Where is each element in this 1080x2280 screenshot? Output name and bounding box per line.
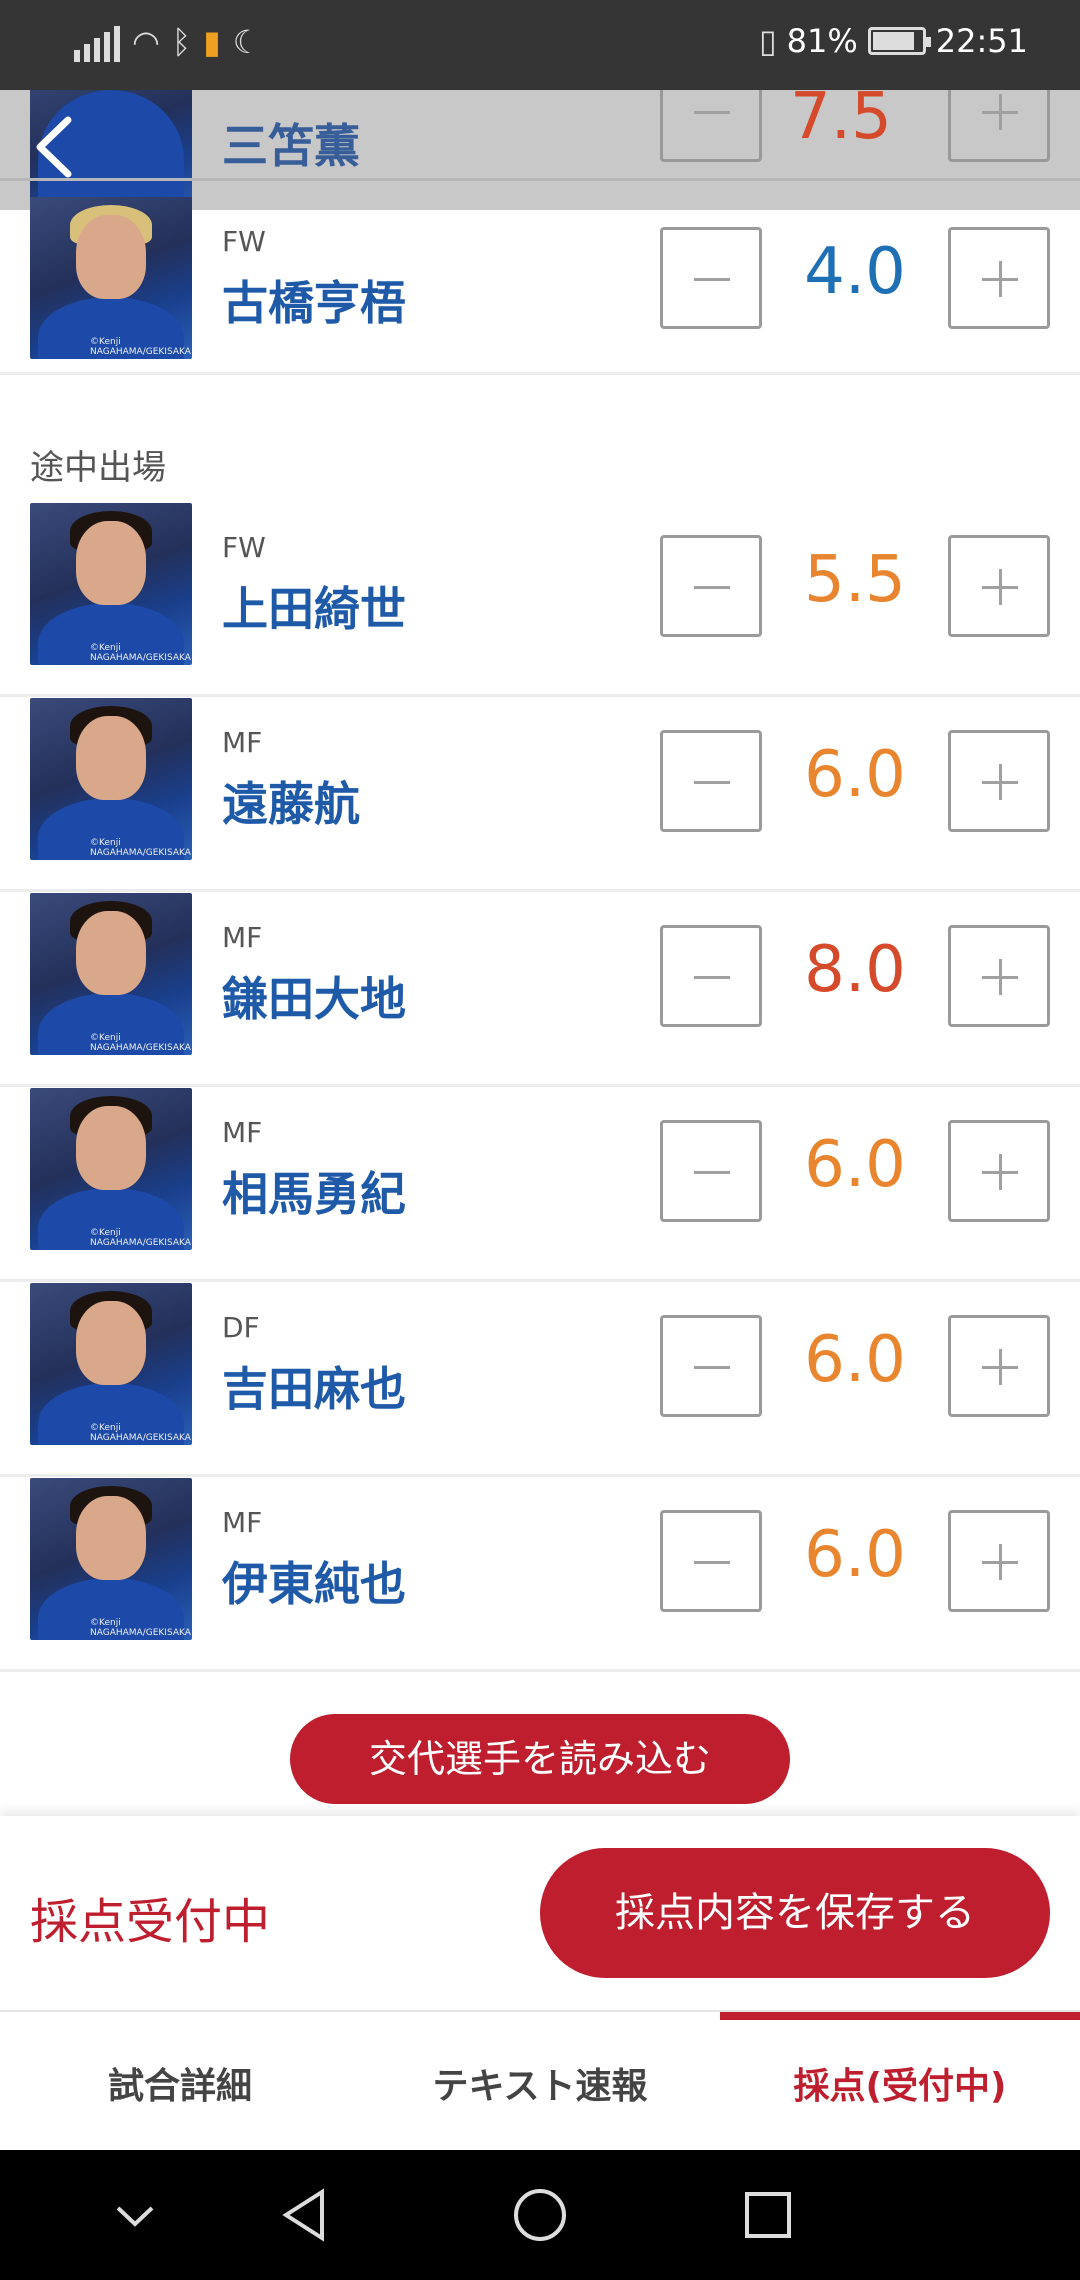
minus-button[interactable] <box>660 90 762 162</box>
player-row: ©Kenji NAGAHAMA/GEKISAKA MF 遠藤航 6.0 <box>0 698 1080 892</box>
plus-button[interactable] <box>948 1315 1050 1417</box>
photo-credit: ©Kenji NAGAHAMA/GEKISAKA <box>90 1033 191 1053</box>
player-row: ©Kenji NAGAHAMA/GEKISAKA FW 上田綺世 5.5 <box>0 503 1080 697</box>
player-name: 伊東純也 <box>222 1557 406 1611</box>
photo-credit: ©Kenji NAGAHAMA/GEKISAKA <box>90 1228 191 1248</box>
photo-credit: ©Kenji NAGAHAMA/GEKISAKA <box>90 337 191 357</box>
photo-credit: ©Kenji NAGAHAMA/GEKISAKA <box>90 1423 191 1443</box>
bluetooth-icon: ᛒ <box>171 23 192 61</box>
battery-percent: 81% <box>786 22 858 60</box>
photo-credit: ©Kenji NAGAHAMA/GEKISAKA <box>90 643 191 663</box>
load-substitutes-button[interactable]: 交代選手を読み込む <box>290 1714 790 1804</box>
minus-button[interactable] <box>660 1315 762 1417</box>
vibrate-icon: ▯ <box>759 22 777 60</box>
plus-button[interactable] <box>948 535 1050 637</box>
player-photo: ©Kenji NAGAHAMA/GEKISAKA <box>30 893 192 1055</box>
save-ratings-button[interactable]: 採点内容を保存する <box>540 1848 1050 1978</box>
score-value: 4.0 <box>804 235 906 309</box>
score-value: 5.5 <box>804 543 906 617</box>
player-position: FW <box>222 225 266 258</box>
player-name: 古橋亨梧 <box>222 276 406 330</box>
score-value: 6.0 <box>804 1323 906 1397</box>
wifi-icon: ◠ <box>132 23 160 61</box>
photo-credit: ©Kenji NAGAHAMA/GEKISAKA <box>90 838 191 858</box>
player-name: 鎌田大地 <box>222 972 406 1026</box>
player-name: 上田綺世 <box>222 582 406 636</box>
divider <box>0 178 1080 181</box>
score-value: 6.0 <box>804 1518 906 1592</box>
plus-button[interactable] <box>948 730 1050 832</box>
player-name: 吉田麻也 <box>222 1362 406 1416</box>
minus-button[interactable] <box>660 227 762 329</box>
tab-ratings[interactable]: 採点(受付中) <box>720 2012 1080 2152</box>
status-bar: ◠ ᛒ ▮ ☾ ▯ 81% 22:51 <box>0 0 1080 90</box>
player-name: 遠藤航 <box>222 777 360 831</box>
clock: 22:51 <box>935 22 1028 60</box>
status-icons-left: ◠ ᛒ ▮ ☾ <box>74 22 261 62</box>
player-row: ©Kenji NAGAHAMA/GEKISAKA MF 伊東純也 6.0 <box>0 1478 1080 1672</box>
player-row: ©Kenji NAGAHAMA/GEKISAKA MF 鎌田大地 8.0 <box>0 893 1080 1087</box>
recents-square-icon[interactable] <box>733 2180 803 2250</box>
player-position: MF <box>222 1116 263 1149</box>
minus-button[interactable] <box>660 925 762 1027</box>
minus-button[interactable] <box>660 1510 762 1612</box>
battery-low-icon: ▮ <box>203 23 221 61</box>
player-name: 相馬勇紀 <box>222 1167 406 1221</box>
section-label-substitutes: 途中出場 <box>30 448 166 488</box>
plus-button[interactable] <box>948 1510 1050 1612</box>
back-triangle-icon[interactable] <box>272 2180 342 2250</box>
plus-button[interactable] <box>948 1120 1050 1222</box>
score-value: 7.5 <box>790 90 892 154</box>
player-row: ©Kenji NAGAHAMA/GEKISAKA DF 吉田麻也 6.0 <box>0 1283 1080 1477</box>
player-position: MF <box>222 726 263 759</box>
plus-button[interactable] <box>948 90 1050 162</box>
minus-button[interactable] <box>660 1120 762 1222</box>
rating-status: 採点受付中 <box>30 1894 271 1950</box>
score-value: 6.0 <box>804 738 906 812</box>
rating-action-panel: 採点受付中 採点内容を保存する <box>0 1816 1080 2010</box>
player-position: FW <box>222 531 266 564</box>
player-photo: ©Kenji NAGAHAMA/GEKISAKA <box>30 503 192 665</box>
status-icons-right: ▯ 81% 22:51 <box>759 22 1028 60</box>
player-photo: ©Kenji NAGAHAMA/GEKISAKA <box>30 197 192 359</box>
tab-bar: 試合詳細 テキスト速報 採点(受付中) <box>0 2010 1080 2150</box>
back-arrow-icon[interactable] <box>26 112 86 182</box>
signal-icon <box>74 22 120 62</box>
player-position: MF <box>222 1506 263 1539</box>
score-value: 8.0 <box>804 933 906 1007</box>
player-photo: ©Kenji NAGAHAMA/GEKISAKA <box>30 1283 192 1445</box>
score-value: 6.0 <box>804 1128 906 1202</box>
tab-text-live[interactable]: テキスト速報 <box>360 2012 720 2152</box>
minus-button[interactable] <box>660 535 762 637</box>
chevron-down-icon[interactable] <box>100 2180 170 2250</box>
plus-button[interactable] <box>948 227 1050 329</box>
minus-button[interactable] <box>660 730 762 832</box>
player-photo: ©Kenji NAGAHAMA/GEKISAKA <box>30 698 192 860</box>
player-photo: ©Kenji NAGAHAMA/GEKISAKA <box>30 1478 192 1640</box>
player-row: ©Kenji NAGAHAMA/GEKISAKA FW 古橋亨梧 4.0 <box>0 197 1080 375</box>
photo-credit: ©Kenji NAGAHAMA/GEKISAKA <box>90 1618 191 1638</box>
moon-icon: ☾ <box>232 23 262 61</box>
battery-icon <box>867 27 931 55</box>
system-nav-bar <box>0 2150 1080 2280</box>
player-position: MF <box>222 921 263 954</box>
home-circle-icon[interactable] <box>505 2180 575 2250</box>
player-name: 三笘薫 <box>222 119 360 173</box>
scrolled-row-overlay: 三笘薫 7.5 <box>0 90 1080 210</box>
player-position: DF <box>222 1311 260 1344</box>
plus-button[interactable] <box>948 925 1050 1027</box>
player-photo: ©Kenji NAGAHAMA/GEKISAKA <box>30 1088 192 1250</box>
tab-match-details[interactable]: 試合詳細 <box>0 2012 360 2152</box>
player-row: ©Kenji NAGAHAMA/GEKISAKA MF 相馬勇紀 6.0 <box>0 1088 1080 1282</box>
